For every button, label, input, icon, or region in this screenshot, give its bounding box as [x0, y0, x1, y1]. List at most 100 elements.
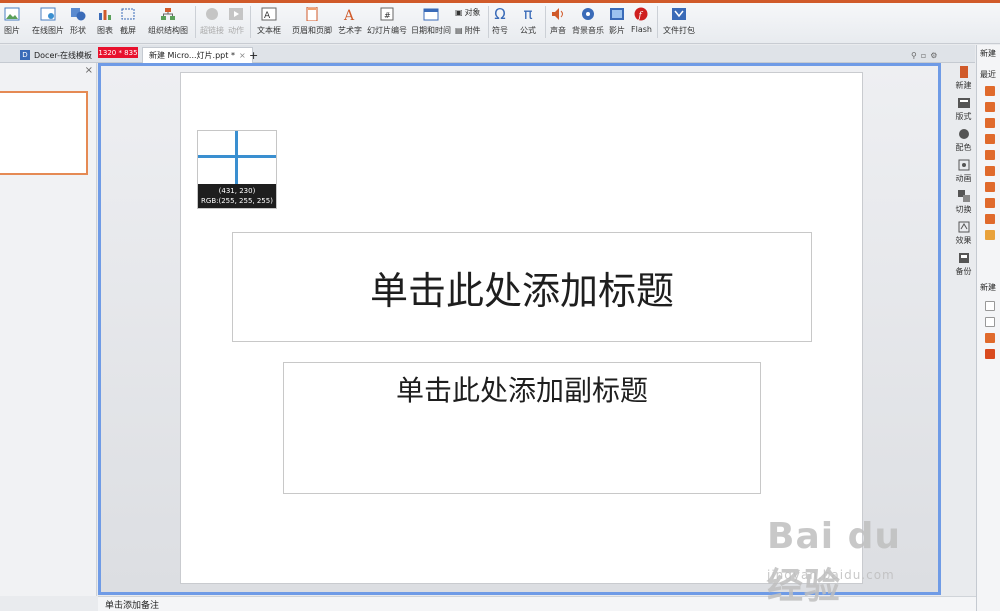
movie-button[interactable]: 影片 [609, 6, 625, 40]
button-label: 页眉和页脚 [292, 26, 332, 35]
side-button-label: 动画 [955, 174, 972, 183]
wordart-button[interactable]: A 艺术字 [338, 6, 362, 40]
new-section-label: 新建 [980, 283, 996, 292]
button-label: 艺术字 [338, 26, 362, 35]
side-button-label: 新建 [955, 81, 972, 90]
tab-docer[interactable]: D Docer-在线模板 [14, 47, 98, 63]
insert-picture-button[interactable]: 图片 [4, 6, 20, 40]
action-icon [228, 6, 244, 22]
action-button[interactable]: 动作 [228, 6, 244, 40]
screenshot-magnifier: (431, 230) RGB:(255, 255, 255) [197, 130, 277, 209]
header-footer-button[interactable]: 页眉和页脚 [292, 6, 332, 40]
subtitle-placeholder[interactable]: 单击此处添加副标题 [283, 362, 761, 494]
recent-file-item[interactable] [985, 102, 995, 112]
background-music-button[interactable]: 背景音乐 [572, 6, 604, 40]
side-button-label: 效果 [955, 236, 972, 245]
side-button-label: 配色 [955, 143, 972, 152]
recent-file-item[interactable] [985, 182, 995, 192]
shapes-icon [70, 6, 86, 22]
recent-file-item[interactable] [985, 86, 995, 96]
object-button[interactable]: ▣ 对象 [455, 7, 481, 18]
notes-pane[interactable]: 单击添加备注 [98, 596, 976, 611]
new-icon [959, 66, 968, 78]
side-backup-button[interactable]: 备份 [951, 249, 976, 280]
side-new-button[interactable]: 新建 [951, 63, 976, 94]
textbox-icon: A [261, 6, 277, 22]
recent-file-item[interactable] [985, 134, 995, 144]
tab-label: Docer-在线模板 [34, 50, 93, 60]
side-transition-button[interactable]: 切换 [951, 187, 976, 218]
button-label: 文本框 [257, 26, 281, 35]
symbol-button[interactable]: Ω 符号 [492, 5, 508, 40]
object-icon: ▣ [455, 8, 463, 17]
new-presentation-item[interactable] [985, 333, 995, 343]
slide-number-icon: # [379, 6, 395, 22]
screenshot-button[interactable]: 截屏 [120, 6, 136, 40]
recent-file-item[interactable] [985, 150, 995, 160]
ribbon-divider [545, 6, 546, 38]
button-label: 动作 [228, 26, 244, 35]
file-package-button[interactable]: 文件打包 [663, 6, 695, 40]
recent-file-item[interactable] [985, 230, 995, 240]
new-document-item[interactable] [985, 317, 995, 327]
side-color-scheme-button[interactable]: 配色 [951, 125, 976, 156]
svg-text:#: # [384, 11, 391, 20]
online-picture-button[interactable]: 在线图片 [32, 6, 64, 40]
recent-file-item[interactable] [985, 166, 995, 176]
shapes-button[interactable]: 形状 [70, 6, 86, 40]
tab-document[interactable]: 新建 Micro...灯片.ppt * × [142, 47, 253, 63]
gear-icon[interactable]: ⚙ [930, 51, 937, 60]
textbox-button[interactable]: A 文本框 [257, 6, 281, 40]
dimension-badge: 1320 * 835 [98, 47, 138, 58]
slide[interactable]: 单击此处添加标题 单击此处添加副标题 [180, 72, 863, 584]
online-picture-icon [40, 6, 56, 22]
ribbon-divider [657, 6, 658, 38]
date-time-button[interactable]: 日期和时间 [411, 6, 451, 40]
button-label: 声音 [550, 26, 566, 35]
button-label: 文件打包 [663, 26, 695, 35]
title-placeholder[interactable]: 单击此处添加标题 [232, 232, 812, 342]
recent-file-item[interactable] [985, 118, 995, 128]
tab-label: 新建 Micro...灯片.ppt * [149, 51, 235, 60]
sound-button[interactable]: 声音 [550, 6, 566, 40]
chart-icon [97, 6, 113, 22]
side-layout-button[interactable]: 版式 [951, 94, 976, 125]
attachment-label: 附件 [464, 26, 481, 35]
transition-icon [957, 190, 970, 202]
new-document-item[interactable] [985, 301, 995, 311]
ribbon-divider [195, 6, 196, 38]
screenshot-icon [120, 6, 136, 22]
chart-button[interactable]: 图表 [97, 6, 113, 40]
add-tab-button[interactable]: + [243, 47, 264, 63]
svg-text:A: A [264, 11, 271, 21]
button-label: 截屏 [120, 26, 136, 35]
attachment-button[interactable]: ▤ 附件 [455, 25, 481, 36]
close-icon[interactable]: × [85, 65, 93, 76]
movie-icon [609, 6, 625, 22]
symbol-icon: Ω [494, 5, 506, 23]
button-label: 图表 [97, 26, 113, 35]
ribbon-divider [488, 6, 489, 38]
slide-number-button[interactable]: # 幻灯片编号 [367, 6, 407, 40]
button-label: 公式 [520, 26, 536, 35]
org-chart-button[interactable]: 组织结构图 [148, 6, 188, 40]
slide-thumbnail[interactable] [0, 91, 88, 175]
pin-icon[interactable]: ▫ [921, 51, 926, 60]
formula-icon: π [523, 5, 533, 23]
side-effects-button[interactable]: 效果 [951, 218, 976, 249]
task-pane: 新建 最近 新建 [976, 45, 1000, 611]
settings-icon[interactable]: ⚲ [911, 51, 917, 60]
date-time-icon [423, 6, 439, 22]
hyperlink-button[interactable]: 超链接 [200, 6, 224, 40]
recent-file-item[interactable] [985, 214, 995, 224]
side-animation-button[interactable]: 动画 [951, 156, 976, 187]
docer-icon: D [20, 50, 30, 60]
button-label: 超链接 [200, 26, 224, 35]
crosshair-vertical [235, 131, 238, 185]
button-label: 图片 [4, 26, 20, 35]
new-pdf-item[interactable] [985, 349, 995, 359]
flash-button[interactable]: f Flash [631, 6, 652, 40]
pixel-color: RGB:(255, 255, 255) [201, 197, 273, 205]
recent-file-item[interactable] [985, 198, 995, 208]
formula-button[interactable]: π 公式 [520, 5, 536, 40]
